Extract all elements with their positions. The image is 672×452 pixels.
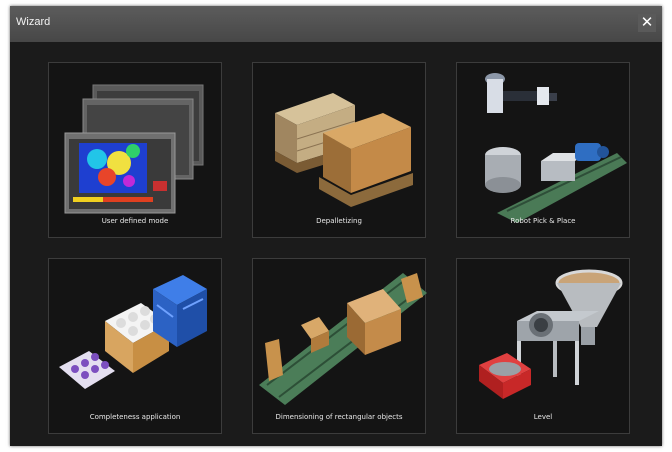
pallet-boxes-icon <box>275 93 413 207</box>
title-bar: Wizard ✕ <box>10 6 662 42</box>
window-title: Wizard <box>16 16 51 28</box>
tile-label: Level <box>533 413 553 421</box>
tile-label: Robot Pick & Place <box>510 217 576 225</box>
wizard-window: Wizard ✕ User defined mode Depalletizing… <box>10 6 662 446</box>
tile-robot-pick-place[interactable]: Robot Pick & Place <box>456 62 630 238</box>
robot-arm-icon <box>485 73 627 223</box>
tile-label: User defined mode <box>101 217 169 225</box>
close-button[interactable]: ✕ <box>638 14 656 32</box>
screens-icon <box>64 84 204 214</box>
tile-user-defined-mode[interactable]: User defined mode <box>48 62 222 238</box>
close-icon: ✕ <box>640 14 654 31</box>
tile-depalletizing[interactable]: Depalletizing <box>252 62 426 238</box>
crates-icon <box>59 275 207 389</box>
tile-label: Depalletizing <box>316 217 362 225</box>
tile-label: Dimensioning of rectangular objects <box>275 413 403 421</box>
hopper-icon <box>479 269 623 399</box>
tile-completeness-application[interactable]: Completeness application <box>48 258 222 434</box>
tile-level[interactable]: Level <box>456 258 630 434</box>
tile-label: Completeness application <box>89 413 181 421</box>
tile-dimensioning[interactable]: Dimensioning of rectangular objects <box>252 258 427 434</box>
conveyor-boxes-icon <box>259 273 427 405</box>
